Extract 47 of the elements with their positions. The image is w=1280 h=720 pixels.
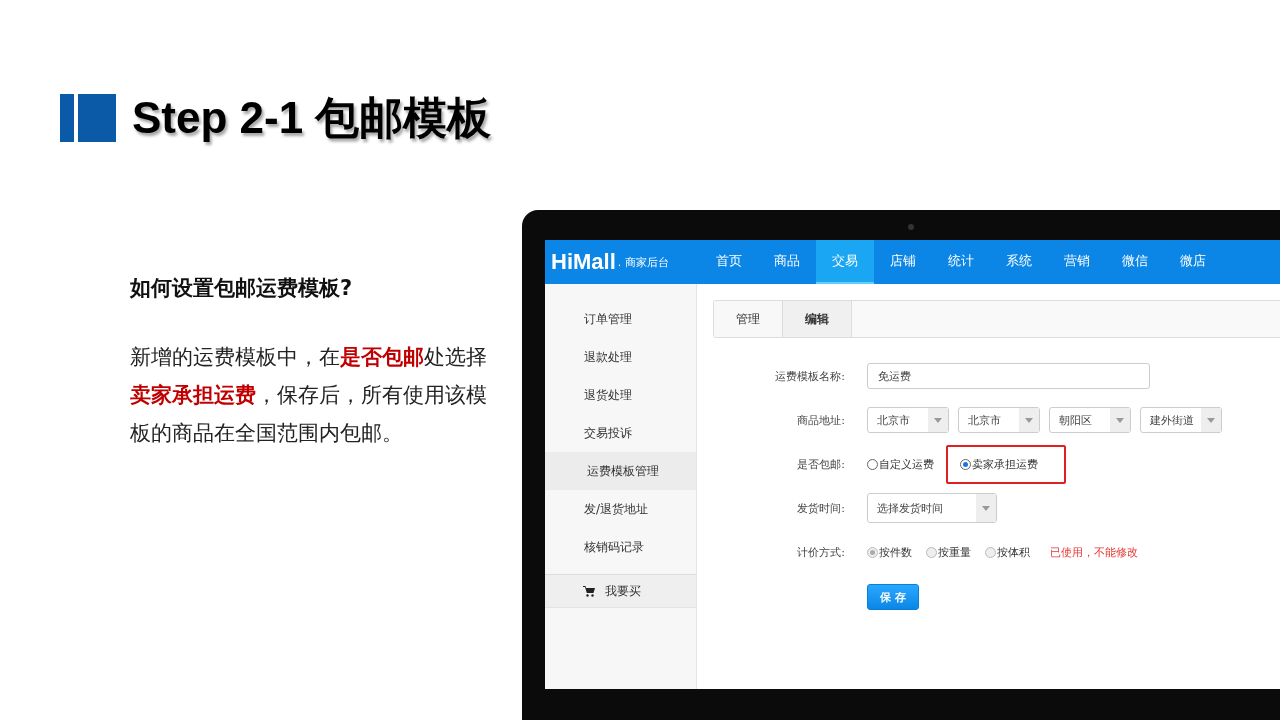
dropdown[interactable]: 北京市 bbox=[867, 407, 949, 433]
tab[interactable]: 编辑 bbox=[783, 301, 852, 337]
radio-option[interactable]: 自定义运费 bbox=[867, 456, 934, 472]
nav-item[interactable]: 微信 bbox=[1106, 240, 1164, 284]
field-label: 是否包邮: bbox=[796, 456, 845, 472]
sidebar-item[interactable]: 交易投诉 bbox=[545, 414, 696, 452]
sidebar-item[interactable]: 退货处理 bbox=[545, 376, 696, 414]
caret-icon bbox=[1116, 417, 1124, 423]
radio-button[interactable] bbox=[960, 458, 971, 470]
dropdown[interactable]: 选择发货时间 bbox=[867, 493, 997, 523]
sidebar-item[interactable]: 退款处理 bbox=[545, 338, 696, 376]
nav-item[interactable]: 首页 bbox=[700, 240, 758, 284]
cart-icon bbox=[583, 585, 595, 597]
field-label: 运费模板名称: bbox=[774, 368, 845, 384]
title-marker-icon bbox=[60, 94, 116, 142]
caret-icon bbox=[1025, 417, 1033, 423]
nav-item[interactable]: 微店 bbox=[1164, 240, 1222, 284]
nav-item[interactable]: 店铺 bbox=[874, 240, 932, 284]
camera-icon bbox=[908, 224, 914, 230]
field-label: 计价方式: bbox=[796, 544, 845, 560]
logo: HiMall bbox=[551, 249, 616, 275]
input-field[interactable]: 免运费 bbox=[867, 363, 1150, 389]
question-heading: 如何设置包邮运费模板? bbox=[130, 275, 354, 302]
nav-item[interactable]: 系统 bbox=[990, 240, 1048, 284]
sidebar-item[interactable]: 我要买 bbox=[545, 574, 696, 608]
field-label: 发货时间: bbox=[796, 500, 845, 516]
paragraph: 新增的运费模板中，在是否包邮处选择卖家承担运费，保存后，所有使用该模板的商品在全国范围内包邮。 bbox=[130, 344, 488, 447]
caret-icon bbox=[934, 417, 942, 423]
field-label: 商品地址: bbox=[796, 412, 845, 428]
dropdown[interactable]: 北京市 bbox=[958, 407, 1040, 433]
caret-icon bbox=[1207, 417, 1215, 423]
sidebar-item[interactable]: 发/退货地址 bbox=[545, 490, 696, 528]
tab[interactable]: 管理 bbox=[714, 301, 783, 337]
nav-item[interactable]: 营销 bbox=[1048, 240, 1106, 284]
nav-item[interactable]: 商品 bbox=[758, 240, 816, 284]
logo-subtitle: . 商家后台 bbox=[617, 254, 669, 270]
caret-icon bbox=[982, 505, 990, 511]
dropdown[interactable]: 朝阳区 bbox=[1049, 407, 1131, 433]
slide-title: Step 2-1 包邮模板 bbox=[132, 92, 492, 144]
sidebar-item[interactable]: 核销码记录 bbox=[545, 528, 696, 566]
radio-button[interactable] bbox=[867, 458, 878, 470]
sidebar-item[interactable]: 运费模板管理 bbox=[545, 452, 696, 490]
sidebar-item[interactable]: 订单管理 bbox=[545, 300, 696, 338]
nav-item[interactable]: 统计 bbox=[932, 240, 990, 284]
highlighted-radio-option[interactable]: 卖家承担运费 bbox=[946, 444, 1066, 484]
dropdown[interactable]: 建外街道 bbox=[1140, 407, 1222, 433]
warning-text: 已使用，不能修改 bbox=[1050, 544, 1138, 560]
